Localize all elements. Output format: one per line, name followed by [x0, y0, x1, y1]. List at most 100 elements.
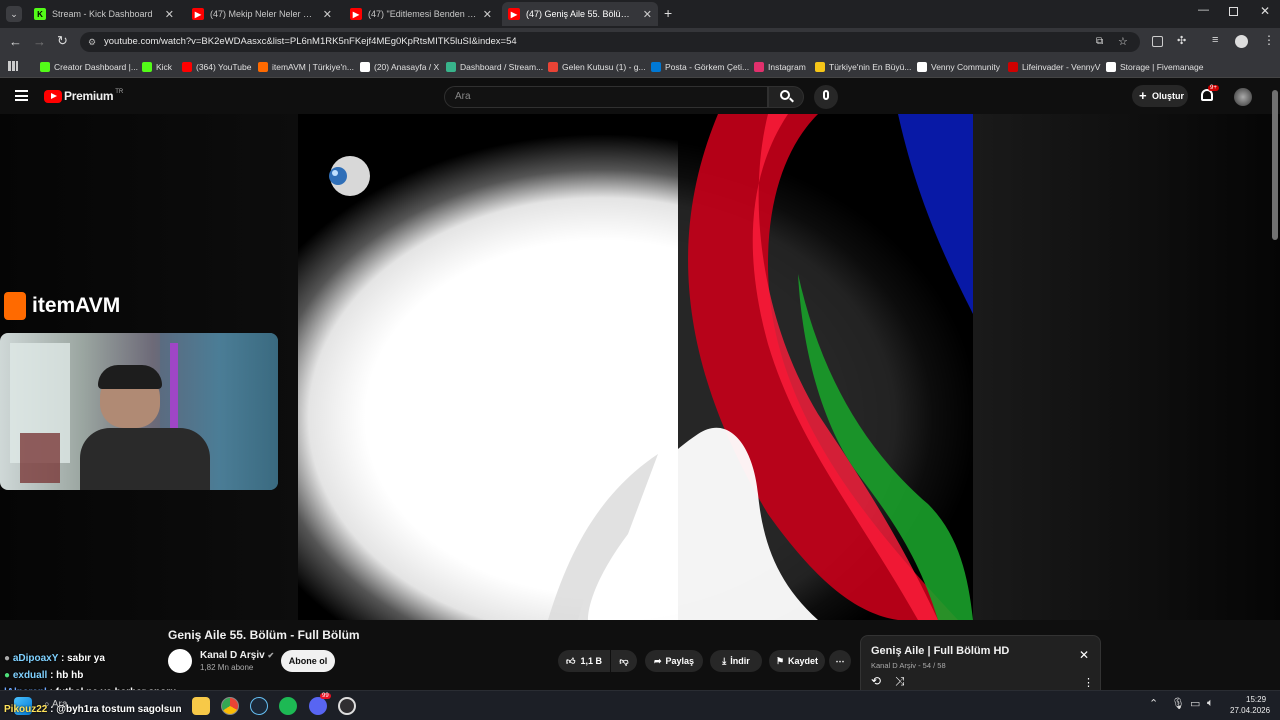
bookmark-item[interactable]: Kick: [142, 60, 172, 74]
star-icon[interactable]: ☆: [1118, 32, 1128, 52]
chrome-icon[interactable]: [221, 697, 239, 715]
youtube-logo[interactable]: Premium TR: [44, 89, 123, 103]
shuffle-icon[interactable]: ⤨: [895, 674, 905, 689]
like-button[interactable]: 👍︎ 1,1 B: [558, 650, 610, 672]
youtube-play-icon: [44, 89, 62, 103]
close-icon[interactable]: ✕: [323, 8, 332, 21]
bookmark-item[interactable]: Instagram: [754, 60, 806, 74]
search-input[interactable]: Ara: [444, 86, 768, 108]
bookmark-item[interactable]: Posta - Görkem Çeti...: [651, 60, 749, 74]
page-scrollbar[interactable]: [1272, 90, 1278, 240]
volume-icon[interactable]: 🔈︎: [1207, 697, 1214, 710]
badge-icon: ●: [4, 670, 11, 681]
itemavm-logo-icon: [4, 292, 26, 320]
bookmark-label: Türkiye'nin En Büyü...: [829, 62, 912, 72]
playlist-panel: Geniş Aile | Full Bölüm HD Kanal D Arşiv…: [860, 635, 1101, 695]
playlist-menu-icon[interactable]: ⋮: [1083, 676, 1094, 689]
loop-icon[interactable]: ⟲: [871, 674, 881, 688]
bookmark-item[interactable]: Creator Dashboard |...: [40, 60, 138, 74]
network-icon[interactable]: ▭: [1190, 697, 1200, 710]
close-icon[interactable]: ✕: [643, 8, 652, 21]
address-toolbar: ← → ↻ ⚙ youtube.com/watch?v=BK2eWDAasxc&…: [0, 28, 1280, 56]
back-icon[interactable]: ←: [9, 34, 22, 49]
hamburger-menu-icon[interactable]: [15, 90, 28, 101]
close-icon[interactable]: ✕: [483, 8, 492, 21]
forward-icon[interactable]: →: [33, 34, 46, 49]
discord-badge: 99: [320, 693, 331, 699]
minimize-button[interactable]: —: [1198, 4, 1209, 16]
bookmark-item[interactable]: Storage | Fivemanage: [1106, 60, 1203, 74]
notification-badge: 9+: [1208, 85, 1219, 91]
reading-list-icon[interactable]: ≡: [1212, 34, 1218, 46]
tab-genis-aile[interactable]: ▶ (47) Geniş Aile 55. Bölüm - Full ✕: [502, 2, 658, 26]
bookmark-item[interactable]: Türkiye'nin En Büyü...: [815, 60, 911, 74]
more-actions-button[interactable]: ⋯: [829, 650, 851, 672]
video-title: Geniş Aile 55. Bölüm - Full Bölüm: [168, 628, 360, 642]
bookmark-item[interactable]: (20) Anasayfa / X: [360, 60, 439, 74]
notifications-button[interactable]: 9+: [1201, 85, 1219, 101]
windows-taskbar: ⌕ Ara 99 ⌃ 🎙︎ ▭ 🔈︎ 15:29 27.04.2026: [0, 690, 1280, 720]
bookmark-item[interactable]: Gelen Kutusu (1) - g...: [548, 60, 646, 74]
bookmark-icon: ⚑: [775, 655, 785, 666]
tray-chevron-icon[interactable]: ⌃: [1149, 697, 1158, 710]
tab-editlemesi[interactable]: ▶ (47) "Editlemesi Benden Like Ar ✕: [344, 2, 498, 26]
profile-avatar[interactable]: [1235, 35, 1248, 48]
subscribe-button[interactable]: Abone ol: [281, 650, 335, 672]
youtube-header: Premium TR Ara + Oluştur 9+: [0, 79, 1280, 114]
close-icon[interactable]: ✕: [165, 8, 174, 21]
discord-icon[interactable]: 99: [309, 693, 331, 715]
right-backdrop: [973, 114, 1280, 620]
video-player[interactable]: [298, 114, 973, 620]
apps-grid-icon[interactable]: [8, 61, 18, 71]
extension-icon[interactable]: [1152, 36, 1163, 47]
download-button[interactable]: ⤓ İndir: [710, 650, 762, 672]
bookmark-item[interactable]: itemAVM | Türkiye'n...: [258, 60, 354, 74]
url-field[interactable]: ⚙ youtube.com/watch?v=BK2eWDAasxc&list=P…: [80, 32, 1140, 52]
account-avatar[interactable]: [1234, 88, 1252, 106]
bookmark-label: (20) Anasayfa / X: [374, 62, 440, 72]
file-explorer-icon[interactable]: [192, 697, 210, 715]
kick-icon: K: [34, 8, 46, 20]
save-button[interactable]: ⚑ Kaydet: [769, 650, 825, 672]
reload-icon[interactable]: ↻: [57, 33, 68, 49]
tab-mekip[interactable]: ▶ (47) Mekip Neler Neler 67.Bölüm ✕: [186, 2, 338, 26]
bookmark-label: Storage | Fivemanage: [1120, 62, 1204, 72]
site-info-icon[interactable]: ⚙: [88, 32, 96, 52]
close-window-button[interactable]: ✕: [1260, 4, 1270, 18]
search-button[interactable]: [768, 86, 804, 108]
sponsor-brand-text: itemAVM: [32, 294, 121, 317]
spotify-icon[interactable]: [279, 697, 297, 715]
chat-text: : @byh1ra tostum sagolsun: [50, 704, 182, 715]
download-icon: ⤓: [722, 655, 727, 666]
microphone-icon[interactable]: 🎙︎: [1171, 697, 1185, 710]
bookmark-item[interactable]: Lifeinvader - VennyV: [1008, 60, 1100, 74]
create-button[interactable]: + Oluştur: [1132, 85, 1188, 107]
close-icon[interactable]: ✕: [1079, 648, 1089, 662]
tab-search-icon[interactable]: ⌄: [6, 6, 22, 22]
thumbs-up-icon: 👍︎: [566, 655, 576, 666]
mic-icon: [823, 90, 829, 100]
playlist-title[interactable]: Geniş Aile | Full Bölüm HD: [871, 645, 1009, 657]
tab-kick-dashboard[interactable]: K Stream - Kick Dashboard ✕: [28, 2, 180, 26]
bookmark-item[interactable]: Dashboard / Stream...: [446, 60, 543, 74]
channel-avatar[interactable]: [168, 649, 192, 673]
bookmark-item[interactable]: Venny Community: [917, 60, 1000, 74]
install-app-icon[interactable]: ⧉: [1096, 32, 1103, 52]
puzzle-icon[interactable]: ✣: [1177, 34, 1186, 47]
obs-icon[interactable]: [338, 697, 356, 715]
bookmark-item[interactable]: (364) YouTube: [182, 60, 251, 74]
new-tab-button[interactable]: +: [664, 5, 672, 21]
plus-icon: +: [1139, 88, 1147, 103]
taskbar-date[interactable]: 27.04.2026: [1230, 706, 1270, 715]
youtube-icon: ▶: [508, 8, 520, 20]
logo-text: Premium: [64, 89, 114, 103]
voice-search-button[interactable]: [814, 85, 838, 109]
taskbar-time[interactable]: 15:29: [1246, 695, 1266, 704]
dislike-button[interactable]: 👎︎: [611, 650, 637, 672]
restore-button[interactable]: [1229, 7, 1238, 16]
steam-icon[interactable]: [250, 697, 268, 715]
menu-icon[interactable]: ⋮: [1263, 33, 1275, 47]
chat-message: ● exduall : hb hb: [4, 670, 83, 681]
share-button[interactable]: ➦ Paylaş: [645, 650, 703, 672]
channel-name[interactable]: Kanal D Arşiv ✔: [200, 650, 274, 661]
